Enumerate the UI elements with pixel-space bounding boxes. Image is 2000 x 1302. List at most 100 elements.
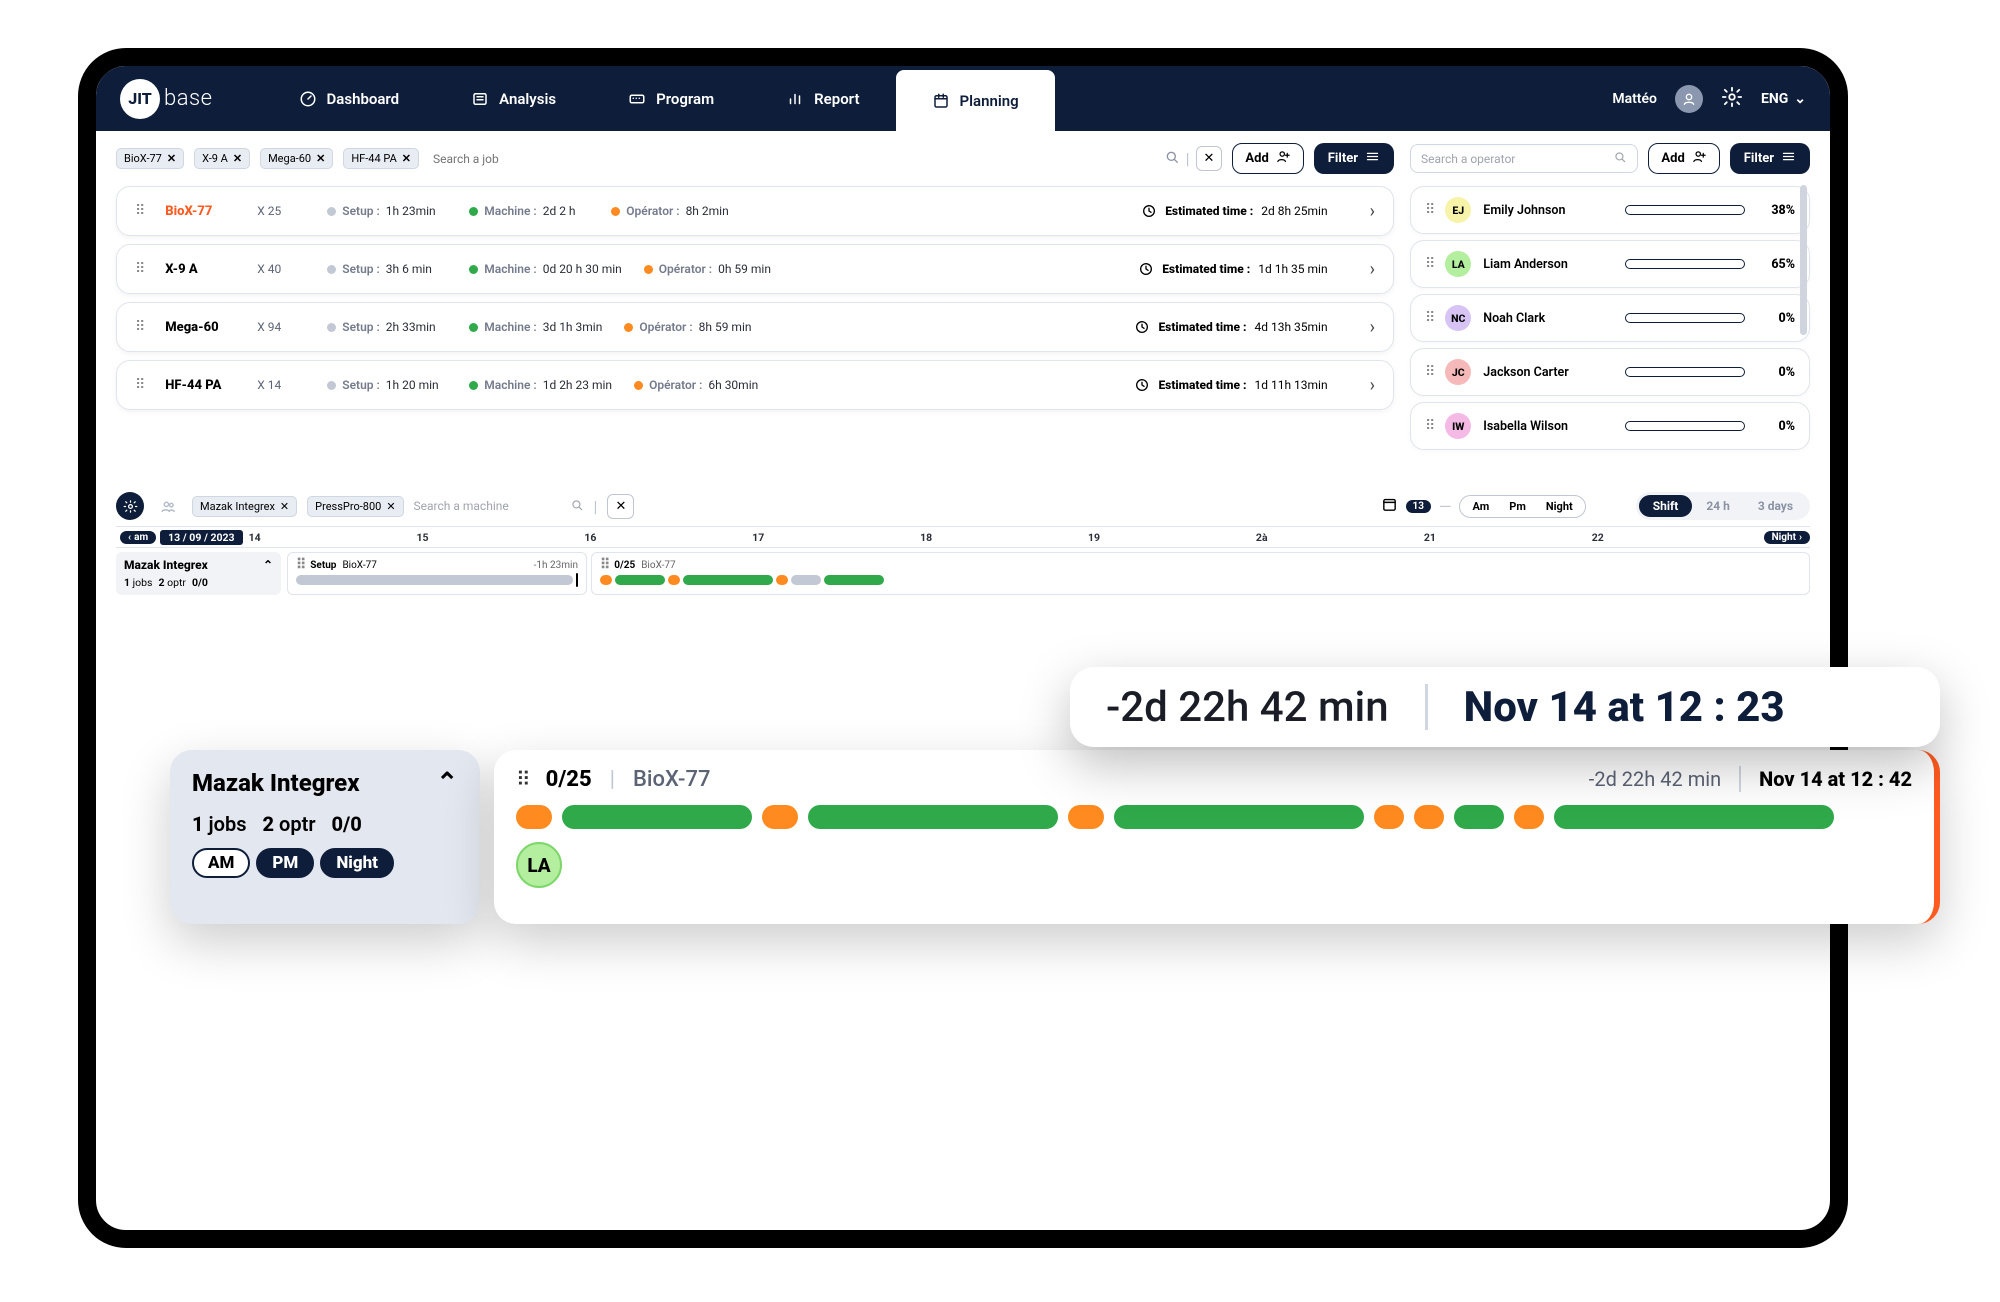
filter-operators-button[interactable]: Filter — [1730, 143, 1810, 174]
chevron-up-icon[interactable]: ⌃ — [436, 768, 458, 798]
person-plus-icon — [1276, 149, 1291, 168]
drag-handle-icon[interactable]: ⠿ — [600, 557, 608, 573]
filter-jobs-button[interactable]: Filter — [1314, 143, 1394, 174]
drag-handle-icon[interactable]: ⠿ — [1425, 202, 1433, 218]
nav-dashboard[interactable]: Dashboard — [263, 66, 436, 131]
drag-handle-icon[interactable]: ⠿ — [1425, 418, 1433, 434]
close-icon[interactable]: ✕ — [233, 152, 242, 165]
job-qty: X 94 — [257, 320, 305, 334]
operator-search-input[interactable]: Search a operator — [1410, 144, 1638, 173]
ruler-tick: 17 — [752, 531, 920, 544]
close-icon[interactable]: ✕ — [316, 152, 325, 165]
setup-label: Setup : — [342, 204, 380, 218]
shift-pill-night[interactable]: Night — [320, 848, 394, 878]
calendar-icon[interactable] — [1381, 496, 1398, 517]
job-qty: X 40 — [257, 262, 305, 276]
setup-label: Setup : — [342, 320, 380, 334]
shift-pill-am[interactable]: AM — [192, 848, 250, 878]
machine-label: Machine : — [484, 262, 536, 276]
ruler-tick: 18 — [920, 531, 1088, 544]
language-select[interactable]: ENG ⌄ — [1761, 91, 1806, 107]
drag-handle-icon[interactable]: ⠿ — [135, 203, 143, 219]
list-icon — [471, 90, 489, 108]
drag-handle-icon[interactable]: ⠿ — [1425, 256, 1433, 272]
shift-pill-pm[interactable]: PM — [256, 848, 314, 878]
operator-avatar: EJ — [1445, 197, 1471, 223]
operator-label: Opérator : — [649, 378, 702, 392]
job-card[interactable]: ⠿ Mega-60 X 94 Setup : 2h 33min Machine … — [116, 302, 1394, 352]
close-icon[interactable]: ✕ — [386, 500, 395, 513]
logo-text: base — [164, 86, 213, 111]
machine-chip[interactable]: PressPro-800✕ — [307, 496, 403, 517]
setup-block[interactable]: ⠿ Setup BioX-77 -1h 23min — [287, 552, 587, 595]
job-chip[interactable]: X-9 A✕ — [194, 148, 250, 169]
setup-label: Setup : — [342, 378, 380, 392]
close-icon[interactable]: ✕ — [280, 500, 289, 513]
chevron-right-icon[interactable]: › — [1370, 201, 1375, 222]
close-icon[interactable]: ✕ — [167, 152, 176, 165]
eta-callout: -2d 22h 42 min Nov 14 at 12 : 23 — [1070, 667, 1940, 747]
ruler-tick: 14 — [249, 531, 417, 544]
job-card[interactable]: ⠿ X-9 A X 40 Setup : 3h 6 min Machine : … — [116, 244, 1394, 294]
job-chip[interactable]: Mega-60✕ — [260, 148, 333, 169]
timeline-side-panel: Mazak Integrex ⌃ 1 jobs 2 optr 0/0 — [116, 552, 281, 595]
nav-label: Dashboard — [327, 90, 400, 108]
people-icon[interactable] — [154, 492, 182, 520]
operator-row[interactable]: ⠿ JC Jackson Carter 0% — [1410, 348, 1810, 396]
chevron-right-icon[interactable]: › — [1370, 375, 1375, 396]
estimated-time: Estimated time : 4d 13h 35min — [1134, 319, 1327, 335]
operator-avatar: IW — [1445, 413, 1471, 439]
drag-handle-icon[interactable]: ⠿ — [135, 319, 143, 335]
operator-row[interactable]: ⠿ IW Isabella Wilson 0% — [1410, 402, 1810, 450]
drag-handle-icon[interactable]: ⠿ — [1425, 364, 1433, 380]
add-operator-button[interactable]: Add — [1648, 143, 1719, 174]
utilization-bar — [1625, 205, 1745, 215]
operator-row[interactable]: ⠿ LA Liam Anderson 65% — [1410, 240, 1810, 288]
tablet-frame: JIT base Dashboard Analysis Program Repo… — [78, 48, 1848, 1248]
clear-machine-search[interactable]: ✕ — [607, 494, 634, 519]
drag-handle-icon[interactable]: ⠿ — [135, 261, 143, 277]
ruler-tick: 15 — [416, 531, 584, 544]
add-job-button[interactable]: Add — [1232, 143, 1303, 174]
job-name: X-9 A — [165, 262, 235, 277]
drag-handle-icon[interactable]: ⠿ — [135, 377, 143, 393]
operator-row[interactable]: ⠿ NC Noah Clark 0% — [1410, 294, 1810, 342]
machine-search-input[interactable]: Search a machine — [414, 498, 584, 515]
operator-avatar[interactable]: LA — [516, 842, 562, 888]
bar-chart-icon — [786, 90, 804, 108]
operator-name: Jackson Carter — [1483, 365, 1613, 380]
machine-label: Machine : — [484, 204, 536, 218]
job-search-input[interactable] — [429, 148, 1158, 170]
gauge-icon — [299, 90, 317, 108]
nav-analysis[interactable]: Analysis — [435, 66, 592, 131]
machine-chip[interactable]: Mazak Integrex✕ — [192, 496, 297, 517]
shift-pills[interactable]: Am Pm Night — [1459, 495, 1585, 518]
nav-program[interactable]: Program — [592, 66, 750, 131]
timeline-lane: ⠿ Setup BioX-77 -1h 23min ⠿ 0/25 BioX-77 — [287, 552, 1810, 595]
drag-handle-icon[interactable]: ⠿ — [296, 557, 304, 573]
nav-planning[interactable]: Planning — [896, 70, 1055, 131]
job-card[interactable]: ⠿ HF-44 PA X 14 Setup : 1h 20 min Machin… — [116, 360, 1394, 410]
job-chip[interactable]: HF-44 PA✕ — [343, 148, 419, 169]
user-avatar[interactable] — [1675, 85, 1703, 113]
close-icon[interactable]: ✕ — [402, 152, 411, 165]
drag-handle-icon[interactable]: ⠿ — [1425, 310, 1433, 326]
ruler-left-cap[interactable]: ‹am — [120, 531, 156, 544]
nav-report[interactable]: Report — [750, 66, 895, 131]
gear-icon[interactable] — [116, 492, 144, 520]
chevron-right-icon[interactable]: › — [1370, 317, 1375, 338]
chevron-right-icon[interactable]: › — [1370, 259, 1375, 280]
run-block[interactable]: ⠿ 0/25 BioX-77 — [591, 552, 1810, 595]
drag-handle-icon[interactable]: ⠿ — [516, 767, 528, 791]
chevron-up-icon[interactable]: ⌃ — [263, 558, 273, 572]
job-chip[interactable]: BioX-77✕ — [116, 148, 184, 169]
ruler-right-cap[interactable]: Night› — [1764, 531, 1810, 544]
ruler-date: 13 / 09 / 2023 — [160, 530, 242, 545]
settings-icon[interactable] — [1721, 86, 1743, 112]
view-toggle[interactable]: Shift 24 h 3 days — [1636, 492, 1810, 520]
scrollbar[interactable] — [1800, 185, 1807, 335]
clear-search-button[interactable]: ✕ — [1196, 146, 1223, 171]
job-card[interactable]: ⠿ BioX-77 X 25 Setup : 1h 23min Machine … — [116, 186, 1394, 236]
search-icon[interactable] — [1164, 149, 1180, 169]
operator-row[interactable]: ⠿ EJ Emily Johnson 38% — [1410, 186, 1810, 234]
